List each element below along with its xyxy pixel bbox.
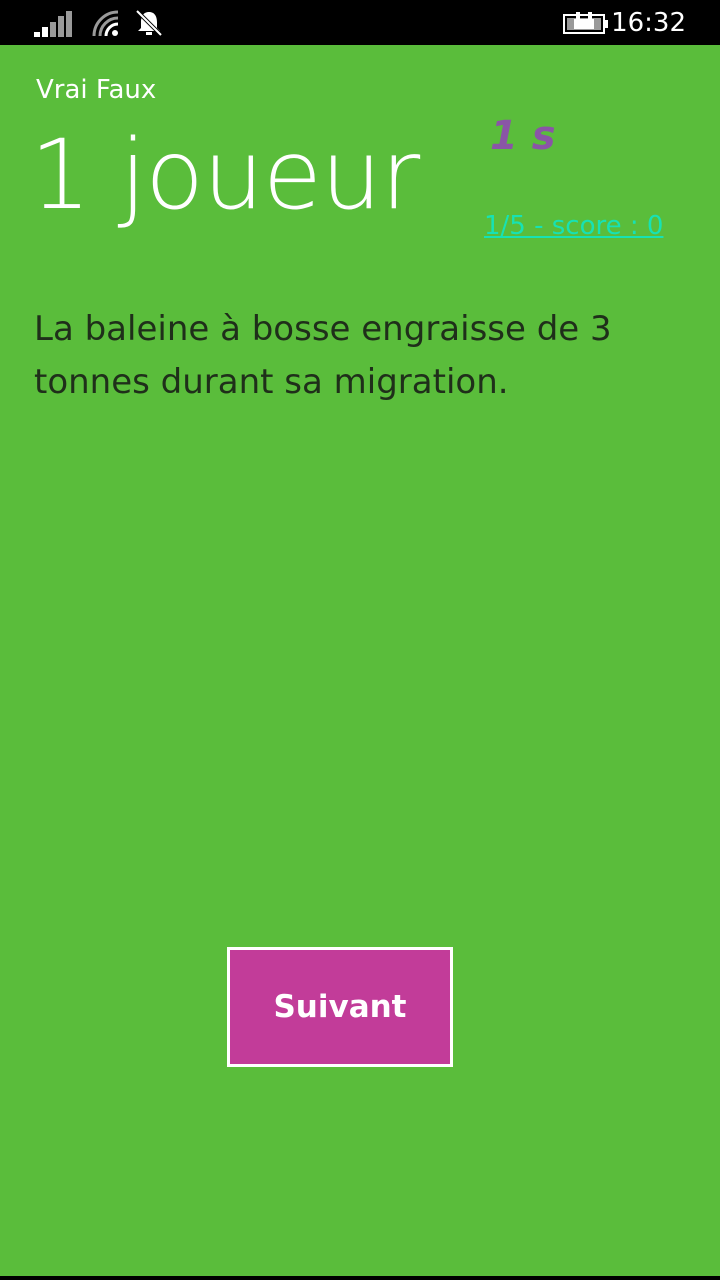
battery-charging-icon (563, 12, 608, 34)
score-progress-link[interactable]: 1/5 - score : 0 (484, 211, 663, 241)
page-title: 1 joueur (30, 119, 420, 231)
app-name: Vrai Faux (36, 75, 157, 105)
app-page: Vrai Faux 1 joueur 1 s 1/5 - score : 0 L… (0, 45, 720, 1276)
timer-label: 1 s (490, 113, 556, 159)
notifications-off-icon (135, 9, 163, 37)
status-bar: 16:32 (0, 0, 720, 45)
bottom-edge (0, 1276, 720, 1280)
next-button-label: Suivant (273, 989, 407, 1025)
signal-icon (34, 11, 72, 37)
status-time: 16:32 (611, 8, 686, 38)
next-button[interactable]: Suivant (227, 947, 453, 1067)
question-text: La baleine à bosse engraisse de 3 tonnes… (34, 309, 612, 402)
wifi-icon (92, 10, 119, 37)
